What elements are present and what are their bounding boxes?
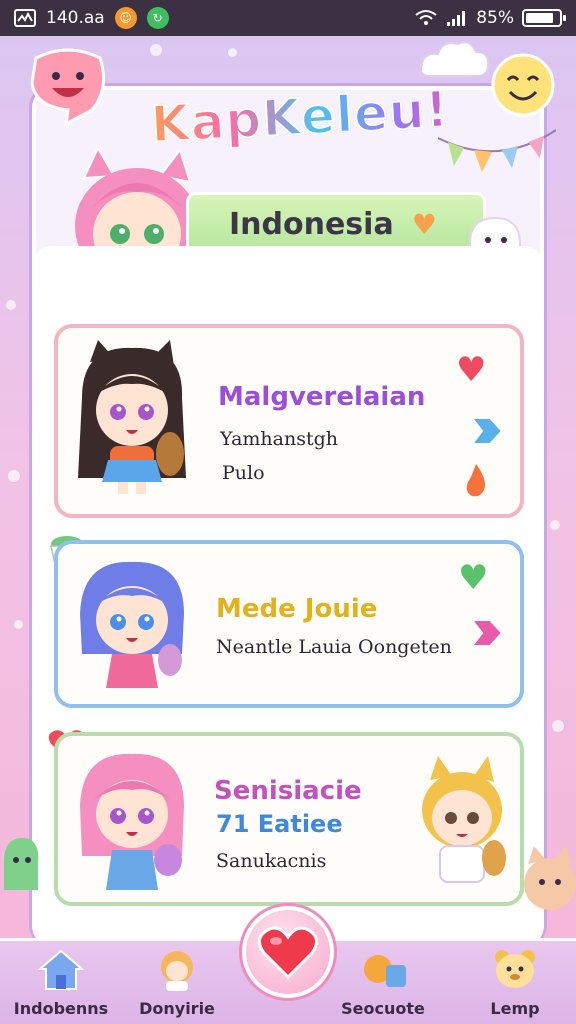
character-card[interactable]: Senisiacie 71 Eatiee Sanukacnis [54, 732, 524, 906]
character-detail: Neantle Lauia Oongeten [216, 636, 452, 658]
wifi-icon [415, 10, 437, 25]
character-detail: Sanukacnis [216, 850, 327, 872]
sparkle [8, 470, 20, 482]
nav-label: Indobenns [13, 999, 109, 1018]
companion-cat-girl-avatar [422, 756, 506, 883]
signal-icon [447, 11, 466, 26]
green-mascot-icon [4, 838, 39, 890]
character-subtitle: 71 Eatiee [216, 810, 343, 838]
home-icon [37, 949, 85, 990]
heart-icon[interactable]: ♥ [456, 350, 486, 390]
battery-percent: 85% [476, 8, 514, 28]
notification-icon: ☺ [114, 7, 137, 29]
nav-item-home[interactable]: Indobenns [6, 947, 116, 1018]
heart-icon[interactable]: ♥ [458, 558, 488, 598]
sparkle [14, 620, 23, 629]
arrow-right-icon[interactable] [468, 414, 504, 448]
character-detail: Yamhanstgh [220, 428, 338, 450]
character-name: Mede Jouie [216, 594, 378, 624]
character-card[interactable]: Malgverelaian Yamhanstgh Pulo ♥ [54, 324, 524, 518]
character-name: Senisiacie [214, 776, 362, 806]
bear-icon [495, 950, 535, 988]
smiley-face-icon [491, 53, 555, 117]
cat-mascot-icon [524, 846, 576, 910]
character-portrait-avatar [78, 340, 186, 494]
banner-label: Indonesia [229, 206, 394, 242]
character-card[interactable]: Mede Jouie Neantle Lauia Oongeten ♥ [54, 540, 524, 708]
nav-item-pets[interactable]: Seocuote [328, 947, 438, 1018]
nav-item-characters[interactable]: Donyirie [122, 947, 232, 1018]
status-bar: 140.aa ☺ ↻ 85% [0, 0, 576, 36]
sparkle [6, 300, 16, 310]
battery-icon [522, 9, 566, 27]
sparkle [550, 520, 560, 530]
character-name: Malgverelaian [218, 382, 426, 412]
activity-icon [14, 9, 36, 27]
nav-label: Donyirie [139, 999, 215, 1018]
sparkle [552, 720, 564, 732]
heart-icon: ♥ [411, 207, 437, 241]
favorite-heart-button[interactable] [242, 906, 334, 998]
pets-icon [364, 955, 406, 987]
smiley-bubble-icon [30, 48, 106, 127]
sparkle [228, 48, 237, 57]
nav-item-bear[interactable]: Lemp [460, 947, 570, 1018]
character-detail: Pulo [222, 462, 265, 484]
flame-icon [466, 464, 485, 497]
character-portrait-avatar [80, 753, 184, 890]
app-notification-icon: ↻ [146, 7, 169, 29]
character-portrait-avatar [80, 561, 184, 688]
heart-icon [258, 926, 318, 980]
nav-label: Lemp [490, 999, 540, 1018]
sparkle [150, 44, 162, 56]
character-icon [161, 951, 193, 991]
status-time: 140.aa [46, 8, 105, 28]
arrow-right-icon[interactable] [468, 616, 504, 650]
nav-label: Seocuote [341, 999, 425, 1018]
